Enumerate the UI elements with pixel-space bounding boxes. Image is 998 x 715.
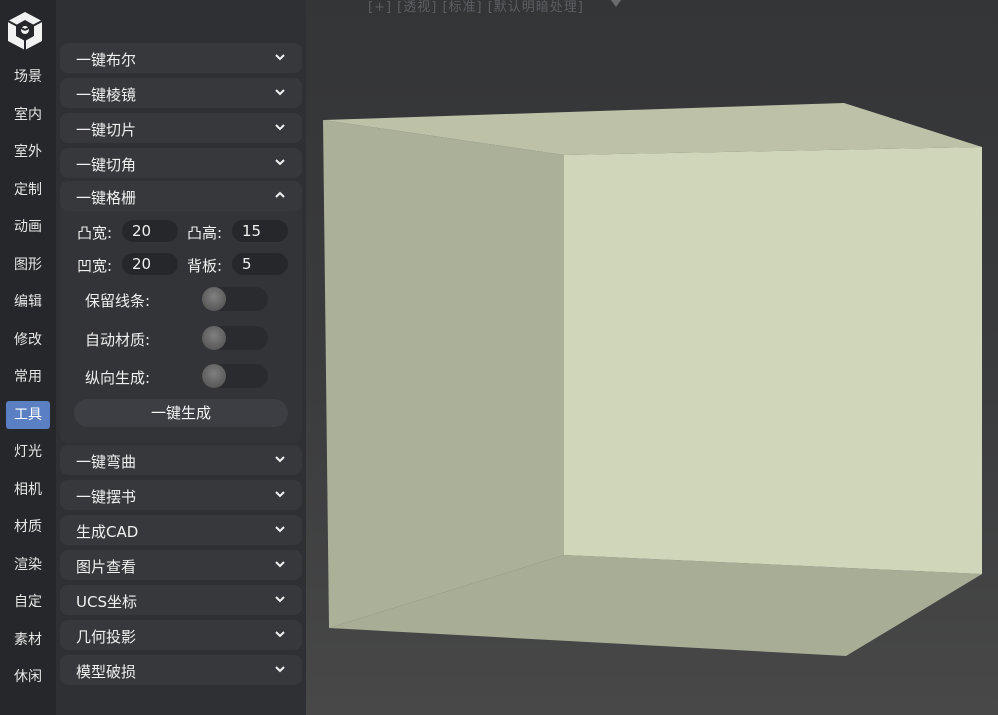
section-label: 模型破损 (76, 663, 137, 681)
rail-item-12[interactable]: 材质 (0, 512, 56, 542)
toggle-knob (202, 364, 226, 388)
convex-width-input[interactable]: 20 (122, 220, 178, 242)
section-label: 一键切角 (76, 156, 137, 174)
rail-item-label: 休闲 (14, 669, 42, 685)
rail-item-label: 灯光 (14, 444, 42, 460)
app-logo-icon (7, 12, 43, 50)
rail-item-label: 渲染 (14, 556, 42, 573)
rail-item-3[interactable]: 定制 (0, 175, 56, 205)
section-header-t0[interactable]: 一键布尔 (60, 43, 302, 73)
rail-item-1[interactable]: 室内 (0, 100, 56, 130)
concave-width-input[interactable]: 20 (122, 253, 178, 275)
chevron-down-icon (275, 54, 285, 61)
section-label: 一键摆书 (76, 488, 137, 506)
rail-item-label: 相机 (14, 481, 42, 498)
auto-material-toggle[interactable] (202, 326, 268, 350)
rail-item-label: 编辑 (14, 294, 42, 310)
viewport-labels[interactable]: [+] [透视] [标准] [默认明暗处理] (368, 0, 584, 15)
box-front-face (564, 147, 982, 574)
vertical-generate-toggle[interactable] (202, 364, 268, 388)
box-left-face (323, 120, 564, 628)
chevron-down-icon (275, 124, 285, 131)
section-header-b1[interactable]: 一键摆书 (60, 480, 302, 510)
chevron-down-icon (275, 159, 285, 166)
section-header-b0[interactable]: 一键弯曲 (60, 445, 302, 475)
back-panel-label: 背板: (187, 257, 223, 275)
category-rail: 场景室内室外定制动画图形编辑修改常用工具灯光相机材质渲染自定素材休闲 (0, 0, 56, 715)
section-label: 生成CAD (76, 523, 139, 541)
back-panel-input[interactable]: 5 (232, 253, 288, 275)
section-label: 几何投影 (76, 628, 137, 646)
rail-item-label: 常用 (14, 369, 42, 385)
section-label: 图片查看 (76, 558, 137, 576)
rail-item-6[interactable]: 编辑 (0, 287, 56, 317)
convex-height-label: 凸高: (187, 224, 223, 242)
toggle-knob (202, 287, 226, 311)
section-label: 一键棱镜 (76, 86, 137, 104)
rail-item-label: 定制 (14, 181, 42, 198)
rail-item-label: 素材 (14, 631, 42, 648)
vertical-generate-label: 纵向生成: (85, 369, 151, 387)
section-label: 一键弯曲 (76, 453, 137, 471)
chevron-down-icon (275, 596, 285, 603)
3d-viewport[interactable] (306, 0, 998, 715)
section-label: UCS坐标 (76, 593, 137, 611)
section-header-t3[interactable]: 一键切角 (60, 148, 302, 178)
generate-button[interactable]: 一键生成 (74, 399, 288, 427)
section-header-t1[interactable]: 一键棱镜 (60, 78, 302, 108)
rail-item-11[interactable]: 相机 (0, 475, 56, 505)
rail-item-8[interactable]: 常用 (0, 362, 56, 392)
section-label: 一键切片 (76, 121, 137, 139)
rail-item-label: 室外 (14, 144, 42, 160)
section-label-grille: 一键格栅 (76, 189, 137, 207)
viewport-label-bar: [+] [透视] [标准] [默认明暗处理] (306, 0, 998, 20)
chevron-down-icon (275, 526, 285, 533)
toggle-knob (202, 326, 226, 350)
dropdown-arrow-icon[interactable] (611, 0, 621, 7)
rail-item-15[interactable]: 素材 (0, 625, 56, 655)
rail-item-16[interactable]: 休闲 (0, 662, 56, 692)
rail-item-2[interactable]: 室外 (0, 137, 56, 167)
rail-item-label: 动画 (14, 219, 42, 235)
auto-material-label: 自动材质: (85, 331, 151, 349)
rail-item-14[interactable]: 自定 (0, 587, 56, 617)
chevron-down-icon (275, 456, 285, 463)
section-header-b5[interactable]: 几何投影 (60, 620, 302, 650)
rail-item-label: 材质 (14, 519, 42, 535)
convex-width-label: 凸宽: (77, 224, 113, 242)
box-model[interactable] (306, 0, 998, 715)
chevron-up-icon (275, 191, 285, 198)
chevron-down-icon (275, 631, 285, 638)
rail-item-7[interactable]: 修改 (0, 325, 56, 355)
convex-height-input[interactable]: 15 (232, 220, 288, 242)
chevron-down-icon (275, 561, 285, 568)
chevron-down-icon (275, 666, 285, 673)
keep-lines-label: 保留线条: (85, 292, 151, 310)
chevron-down-icon (275, 491, 285, 498)
rail-item-label: 室内 (14, 106, 42, 123)
grille-section-header[interactable]: 一键格栅 (60, 181, 302, 211)
section-header-b4[interactable]: UCS坐标 (60, 585, 302, 615)
section-header-t2[interactable]: 一键切片 (60, 113, 302, 143)
rail-item-label: 图形 (14, 256, 42, 273)
keep-lines-toggle[interactable] (202, 287, 268, 311)
chevron-down-icon (275, 89, 285, 96)
rail-item-5[interactable]: 图形 (0, 250, 56, 280)
rail-item-4[interactable]: 动画 (0, 212, 56, 242)
rail-item-9[interactable]: 工具 (0, 400, 56, 430)
rail-item-10[interactable]: 灯光 (0, 437, 56, 467)
section-label: 一键布尔 (76, 51, 137, 69)
section-header-b6[interactable]: 模型破损 (60, 655, 302, 685)
rail-item-label: 自定 (14, 594, 42, 610)
rail-item-label: 修改 (14, 331, 42, 348)
rail-item-label: 场景 (14, 69, 42, 85)
section-header-b3[interactable]: 图片查看 (60, 550, 302, 580)
concave-width-label: 凹宽: (77, 257, 113, 275)
section-header-b2[interactable]: 生成CAD (60, 515, 302, 545)
rail-item-0[interactable]: 场景 (0, 62, 56, 92)
rail-item-label: 工具 (6, 400, 50, 429)
rail-item-13[interactable]: 渲染 (0, 550, 56, 580)
